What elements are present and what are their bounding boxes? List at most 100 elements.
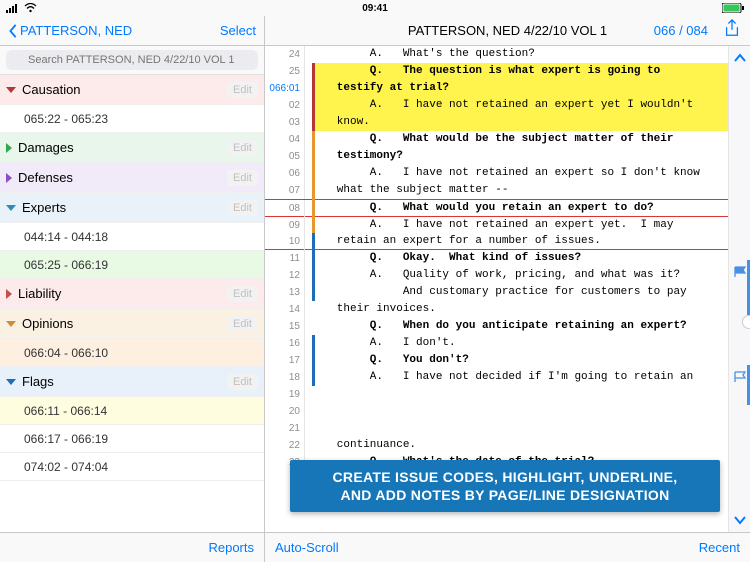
- banner-line2: AND ADD NOTES BY PAGE/LINE DESIGNATION: [300, 486, 710, 504]
- autoscroll-button[interactable]: Auto-Scroll: [275, 540, 339, 555]
- transcript-line[interactable]: 21: [265, 420, 728, 437]
- line-number: 066:01: [265, 80, 305, 97]
- page-counter: 066 / 084: [654, 23, 708, 38]
- category-label: Damages: [18, 140, 227, 155]
- line-number: 08: [265, 200, 305, 217]
- line-text: A. Quality of work, pricing, and what wa…: [313, 267, 728, 284]
- transcript-line[interactable]: 13 And customary practice for customers …: [265, 284, 728, 301]
- transcript-line[interactable]: 07 what the subject matter --: [265, 182, 728, 199]
- transcript-line[interactable]: 12 A. Quality of work, pricing, and what…: [265, 267, 728, 284]
- chevron-right-icon: [6, 289, 12, 299]
- range-item[interactable]: 066:17 - 066:19: [0, 425, 264, 453]
- transcript-line[interactable]: 19: [265, 386, 728, 403]
- scroll-knob[interactable]: [742, 315, 750, 329]
- edit-button[interactable]: Edit: [227, 170, 258, 186]
- issue-bar: [312, 335, 315, 386]
- transcript-line[interactable]: 11 Q. Okay. What kind of issues?: [265, 250, 728, 267]
- scroll-down-button[interactable]: [729, 508, 750, 532]
- line-text: A. I don't.: [313, 335, 728, 352]
- chevron-right-icon: [6, 143, 12, 153]
- transcript-line[interactable]: 17 Q. You don't?: [265, 352, 728, 369]
- range-item[interactable]: 066:04 - 066:10: [0, 339, 264, 367]
- transcript-line[interactable]: 10 retain an expert for a number of issu…: [265, 233, 728, 250]
- back-button[interactable]: PATTERSON, NED: [8, 23, 132, 38]
- transcript-line[interactable]: 25 Q. The question is what expert is goi…: [265, 63, 728, 80]
- transcript-line[interactable]: 04 Q. What would be the subject matter o…: [265, 131, 728, 148]
- category-opinions[interactable]: OpinionsEdit: [0, 309, 264, 339]
- reports-button[interactable]: Reports: [0, 533, 265, 562]
- edit-button[interactable]: Edit: [227, 82, 258, 98]
- range-item[interactable]: 044:14 - 044:18: [0, 223, 264, 251]
- line-text: continuance.: [313, 437, 728, 454]
- range-item[interactable]: 066:11 - 066:14: [0, 397, 264, 425]
- transcript-line[interactable]: 18 A. I have not decided if I'm going to…: [265, 369, 728, 386]
- line-number: 19: [265, 386, 305, 403]
- line-number: 16: [265, 335, 305, 352]
- line-text: retain an expert for a number of issues.: [313, 233, 728, 250]
- line-text: Q. You don't?: [313, 352, 728, 369]
- transcript-line[interactable]: 20: [265, 403, 728, 420]
- line-number: 02: [265, 97, 305, 114]
- doc-title: PATTERSON, NED 4/22/10 VOL 1: [408, 23, 607, 38]
- share-button[interactable]: [724, 19, 740, 42]
- transcript-line[interactable]: 22 continuance.: [265, 437, 728, 454]
- transcript-line[interactable]: 06 A. I have not retained an expert so I…: [265, 165, 728, 182]
- transcript-line[interactable]: 02 A. I have not retained an expert yet …: [265, 97, 728, 114]
- line-number: 20: [265, 403, 305, 420]
- category-flags[interactable]: FlagsEdit: [0, 367, 264, 397]
- line-number: 11: [265, 250, 305, 267]
- edit-button[interactable]: Edit: [227, 140, 258, 156]
- chevron-down-icon: [6, 205, 16, 211]
- share-icon: [724, 19, 740, 37]
- category-defenses[interactable]: DefensesEdit: [0, 163, 264, 193]
- line-text: Q. Okay. What kind of issues?: [313, 250, 728, 267]
- search-input[interactable]: [6, 50, 258, 70]
- back-label: PATTERSON, NED: [20, 23, 132, 38]
- line-number: 05: [265, 148, 305, 165]
- edit-button[interactable]: Edit: [227, 286, 258, 302]
- flag-icon[interactable]: [734, 265, 748, 283]
- line-number: 13: [265, 284, 305, 301]
- flag-icon[interactable]: [734, 370, 748, 388]
- line-text: A. What's the question?: [313, 46, 728, 63]
- line-text: Q. What would you retain an expert to do…: [313, 200, 728, 217]
- issue-bar: [312, 233, 315, 301]
- chevron-down-icon: [6, 379, 16, 385]
- recent-button[interactable]: Recent: [699, 540, 740, 555]
- range-item[interactable]: 074:02 - 074:04: [0, 453, 264, 481]
- category-experts[interactable]: ExpertsEdit: [0, 193, 264, 223]
- transcript-line[interactable]: 05 testimony?: [265, 148, 728, 165]
- transcript-line[interactable]: 15 Q. When do you anticipate retaining a…: [265, 318, 728, 335]
- transcript-line[interactable]: 24 A. What's the question?: [265, 46, 728, 63]
- category-causation[interactable]: CausationEdit: [0, 75, 264, 105]
- line-text: Q. The question is what expert is going …: [313, 63, 728, 80]
- edit-button[interactable]: Edit: [227, 374, 258, 390]
- category-label: Causation: [22, 82, 227, 97]
- transcript-line[interactable]: 16 A. I don't.: [265, 335, 728, 352]
- issue-bar: [312, 63, 315, 131]
- transcript-line[interactable]: 066:01 testify at trial?: [265, 80, 728, 97]
- edit-button[interactable]: Edit: [227, 316, 258, 332]
- line-number: 03: [265, 114, 305, 131]
- chevron-right-icon: [6, 173, 12, 183]
- wifi-icon: [24, 3, 37, 13]
- transcript-line[interactable]: 08 Q. What would you retain an expert to…: [265, 199, 728, 216]
- transcript-line[interactable]: 14 their invoices.: [265, 301, 728, 318]
- category-liability[interactable]: LiabilityEdit: [0, 279, 264, 309]
- transcript-line[interactable]: 03 know.: [265, 114, 728, 131]
- status-bar: 09:41: [0, 0, 750, 16]
- category-damages[interactable]: DamagesEdit: [0, 133, 264, 163]
- scroll-up-button[interactable]: [729, 46, 750, 70]
- line-number: 04: [265, 131, 305, 148]
- line-text: A. I have not retained an expert yet. I …: [313, 217, 728, 234]
- edit-button[interactable]: Edit: [227, 200, 258, 216]
- select-button[interactable]: Select: [220, 23, 256, 38]
- range-item[interactable]: 065:22 - 065:23: [0, 105, 264, 133]
- line-text: A. I have not decided if I'm going to re…: [313, 369, 728, 386]
- line-number: 22: [265, 437, 305, 454]
- line-text: Q. What would be the subject matter of t…: [313, 131, 728, 148]
- range-item[interactable]: 065:25 - 066:19: [0, 251, 264, 279]
- transcript-line[interactable]: 09 A. I have not retained an expert yet.…: [265, 216, 728, 233]
- line-text: Q. When do you anticipate retaining an e…: [313, 318, 728, 335]
- line-text: A. I have not retained an expert so I do…: [313, 165, 728, 182]
